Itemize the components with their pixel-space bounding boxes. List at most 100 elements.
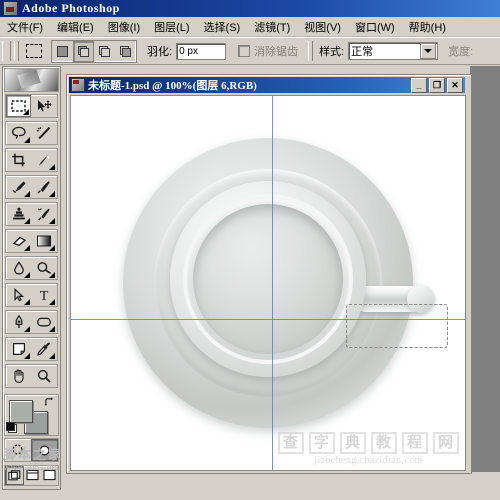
swap-colors-icon[interactable] bbox=[44, 397, 55, 408]
tool-eyedropper[interactable] bbox=[31, 338, 56, 360]
width-label: 宽度: bbox=[448, 46, 474, 58]
flyout-triangle-icon bbox=[49, 218, 55, 224]
svg-text:T: T bbox=[39, 289, 48, 302]
tool-notes[interactable] bbox=[6, 338, 31, 360]
minimize-glyph: _ bbox=[416, 79, 422, 90]
right-gutter bbox=[470, 66, 500, 500]
active-tool-preview[interactable] bbox=[23, 40, 45, 62]
document-title-bar[interactable]: 未标题-1.psd @ 100%(图层 6,RGB) _ ❐ ✕ bbox=[69, 77, 465, 93]
flyout-triangle-icon bbox=[49, 326, 55, 332]
tool-crop[interactable] bbox=[6, 149, 31, 171]
foreground-color-swatch[interactable] bbox=[9, 400, 33, 423]
flyout-triangle-icon bbox=[24, 353, 30, 359]
style-label: 样式: bbox=[319, 46, 345, 58]
tool-slice[interactable] bbox=[31, 149, 56, 171]
canvas[interactable]: 查 字 典 教 程 网 jiaocheng.chazidian.com bbox=[71, 96, 465, 470]
add-to-selection-icon bbox=[78, 45, 89, 57]
watermark-char-5: 程 bbox=[401, 432, 428, 454]
bottom-gutter bbox=[0, 472, 500, 500]
palette-thumbnail bbox=[4, 68, 59, 92]
marquee-icon bbox=[26, 44, 42, 58]
tool-rounded-rectangle[interactable] bbox=[31, 311, 56, 333]
watermark-char-6: 网 bbox=[432, 432, 459, 454]
subtract-from-selection-icon bbox=[99, 45, 110, 57]
maximize-button[interactable]: ❐ bbox=[429, 77, 445, 93]
tool-grid: T bbox=[5, 94, 58, 391]
flyout-triangle-icon bbox=[24, 218, 30, 224]
photoshop-window: Adobe Photoshop 文件(F) 编辑(E) 图像(I) 图层(L) … bbox=[0, 0, 500, 500]
menu-file[interactable]: 文件(F) bbox=[0, 18, 50, 36]
tool-magic-wand[interactable] bbox=[31, 122, 56, 144]
feather-label: 羽化: bbox=[147, 46, 173, 58]
tool-group-stamp-history bbox=[5, 202, 58, 226]
selection-marquee[interactable] bbox=[346, 304, 448, 348]
selection-mode-group bbox=[51, 39, 137, 63]
tool-gradient[interactable] bbox=[31, 230, 56, 252]
document-window: 未标题-1.psd @ 100%(图层 6,RGB) _ ❐ ✕ 查 字 典 教… bbox=[66, 74, 472, 474]
new-selection-button[interactable] bbox=[52, 41, 73, 62]
tool-path-selection[interactable] bbox=[6, 284, 31, 306]
options-bar-grip[interactable] bbox=[2, 41, 11, 61]
watermark-right: 查 字 典 教 程 网 jiaocheng.chazidian.com bbox=[277, 432, 459, 466]
menu-image[interactable]: 图像(I) bbox=[101, 18, 147, 36]
tool-hand[interactable] bbox=[6, 365, 31, 387]
minimize-button[interactable]: _ bbox=[411, 77, 427, 93]
tool-type[interactable]: T bbox=[31, 284, 56, 306]
flyout-triangle-icon bbox=[24, 326, 30, 332]
tool-group-pen-shape bbox=[5, 310, 58, 334]
tool-lasso[interactable] bbox=[6, 122, 31, 144]
tool-zoom[interactable] bbox=[31, 365, 56, 387]
tool-paintbrush[interactable] bbox=[31, 176, 56, 198]
menu-layer[interactable]: 图层(L) bbox=[147, 18, 196, 36]
watermark-char-4: 教 bbox=[370, 432, 397, 454]
color-swatches bbox=[4, 394, 59, 436]
subtract-from-selection-button[interactable] bbox=[94, 41, 115, 62]
tool-eraser[interactable] bbox=[6, 230, 31, 252]
antialias-label: 消除锯齿 bbox=[254, 46, 299, 58]
menu-view[interactable]: 视图(V) bbox=[297, 18, 348, 36]
default-colors-icon[interactable] bbox=[6, 422, 17, 433]
cup-lip bbox=[187, 198, 349, 361]
close-button[interactable]: ✕ bbox=[447, 77, 463, 93]
menu-edit[interactable]: 编辑(E) bbox=[50, 18, 101, 36]
tool-group-blur-dodge bbox=[5, 256, 58, 280]
tool-blur[interactable] bbox=[6, 257, 31, 279]
tool-healing-brush[interactable] bbox=[6, 176, 31, 198]
add-to-selection-button[interactable] bbox=[73, 40, 94, 62]
style-select[interactable]: 正常 bbox=[348, 42, 439, 60]
flyout-triangle-icon bbox=[24, 245, 30, 251]
maximize-glyph: ❐ bbox=[432, 79, 442, 90]
app-title-bar: Adobe Photoshop bbox=[0, 0, 500, 17]
app-title: Adobe Photoshop bbox=[22, 1, 120, 15]
canvas-viewport[interactable]: 查 字 典 教 程 网 jiaocheng.chazidian.com bbox=[70, 95, 466, 471]
close-icon: ✕ bbox=[451, 79, 459, 90]
flyout-triangle-icon bbox=[49, 272, 55, 278]
style-value: 正常 bbox=[351, 46, 374, 58]
tool-rectangular-marquee[interactable] bbox=[6, 95, 31, 117]
intersect-with-selection-button[interactable] bbox=[115, 41, 136, 62]
cup-body bbox=[170, 181, 366, 378]
chevron-down-icon[interactable] bbox=[420, 43, 437, 59]
antialias-checkbox[interactable] bbox=[238, 45, 251, 57]
menu-filter[interactable]: 滤镜(T) bbox=[247, 18, 297, 36]
tool-history-brush[interactable] bbox=[31, 203, 56, 225]
tool-move[interactable] bbox=[31, 95, 56, 117]
menu-select[interactable]: 选择(S) bbox=[197, 18, 248, 36]
tool-pen[interactable] bbox=[6, 311, 31, 333]
flyout-triangle-icon bbox=[49, 191, 55, 197]
menu-window[interactable]: 窗口(W) bbox=[348, 18, 402, 36]
menu-help[interactable]: 帮助(H) bbox=[402, 18, 453, 36]
document-icon bbox=[71, 78, 85, 92]
tool-group-hand-zoom bbox=[5, 364, 58, 388]
watermark-right-url: jiaocheng.chazidian.com bbox=[314, 455, 423, 466]
tool-group-notes-eyedropper bbox=[5, 337, 58, 361]
watermark-char-2: 字 bbox=[308, 432, 335, 454]
tool-dodge[interactable] bbox=[31, 257, 56, 279]
window-buttons: _ ❐ ✕ bbox=[411, 77, 463, 93]
vertical-guide[interactable] bbox=[272, 96, 273, 470]
tool-palette: T bbox=[2, 66, 61, 490]
flyout-triangle-icon bbox=[49, 245, 55, 251]
watermark-right-chars: 查 字 典 教 程 网 bbox=[277, 432, 459, 454]
feather-input[interactable]: 0 px bbox=[176, 42, 227, 60]
tool-clone-stamp[interactable] bbox=[6, 203, 31, 225]
